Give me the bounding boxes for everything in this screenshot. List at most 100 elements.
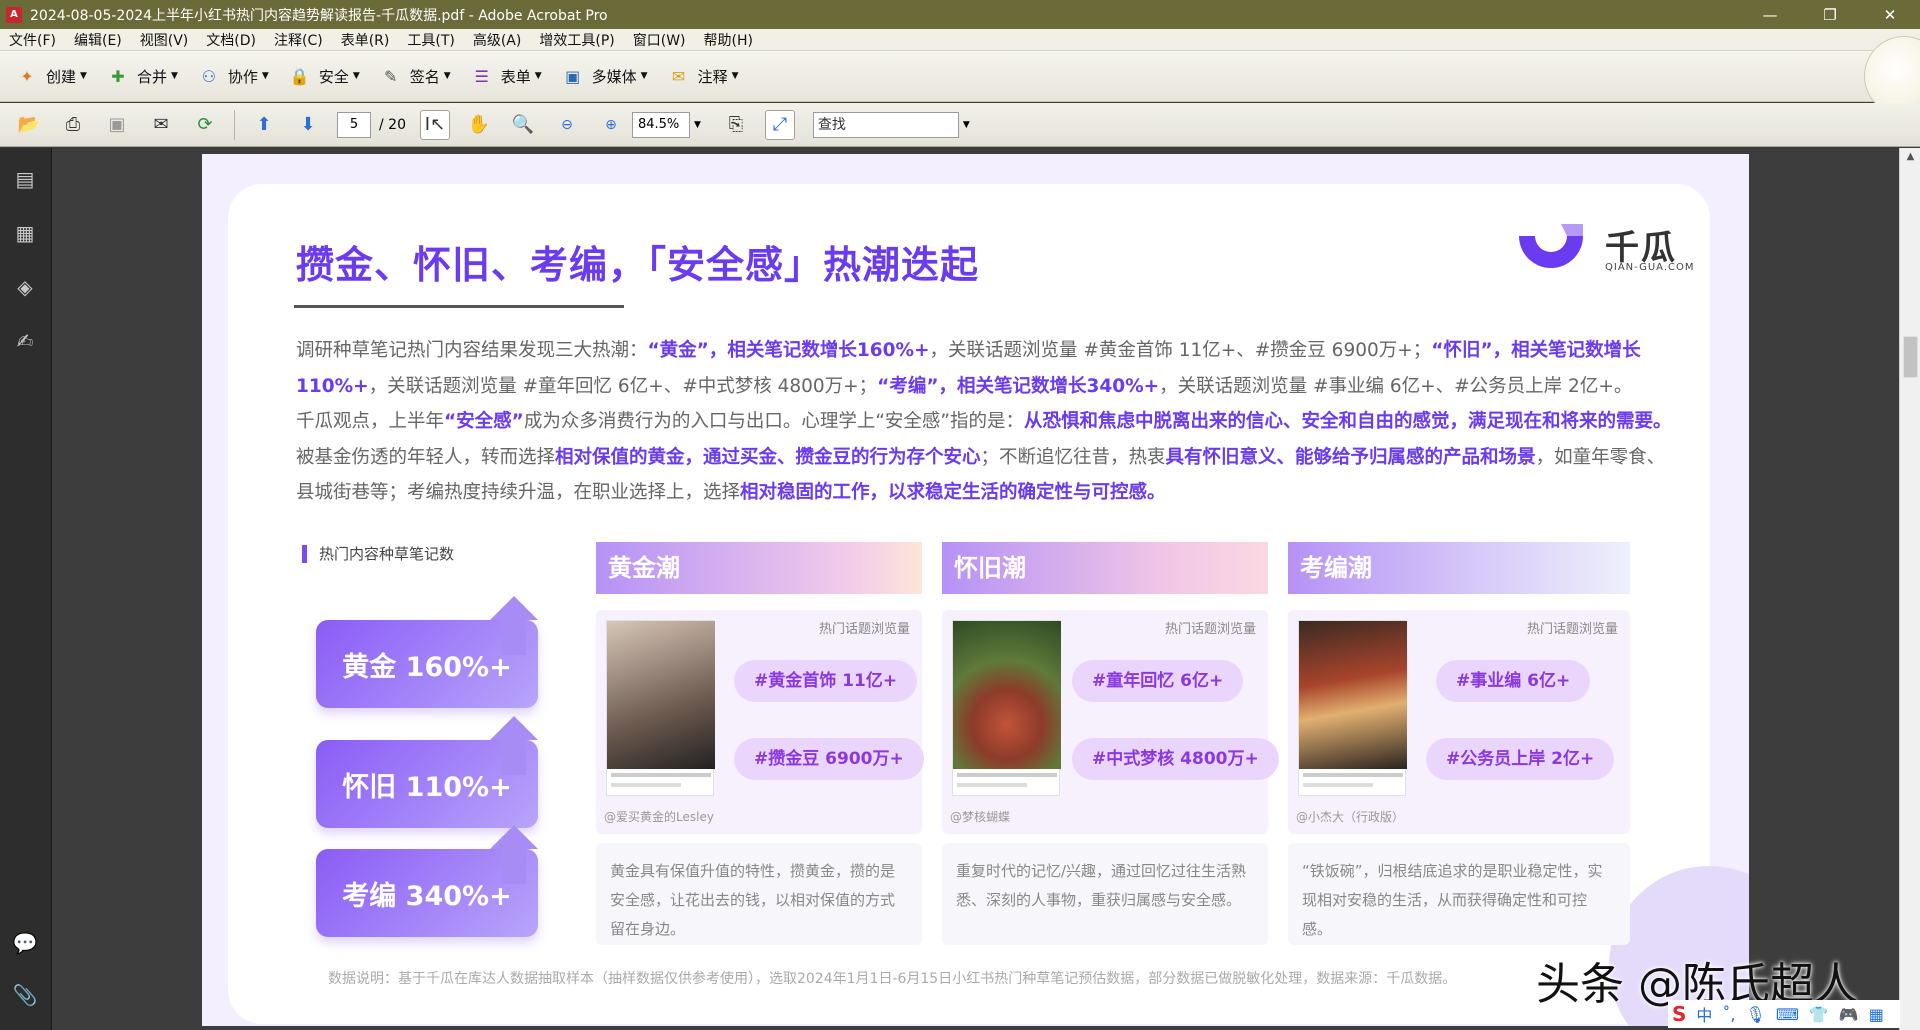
hand-tool-icon[interactable]: ✋ xyxy=(464,110,494,140)
skin-icon[interactable]: 👕 xyxy=(1809,1005,1829,1024)
highlight-text: 相对保值的黄金，通过买金、攒金豆的行为存个安心 xyxy=(555,446,981,468)
find-input[interactable]: 查找 xyxy=(812,111,959,138)
paperclip-icon[interactable]: 📎 xyxy=(10,980,40,1010)
microphone-icon[interactable]: 🎙 xyxy=(1746,1005,1766,1024)
save-icon[interactable]: ▣ xyxy=(102,110,132,140)
toolbar-separator xyxy=(234,109,235,140)
up-arrow-head xyxy=(490,825,538,849)
topic-pill: #公务员上岸 2亿+ xyxy=(1426,738,1615,780)
open-folder-icon[interactable]: 📂 xyxy=(14,110,44,140)
zoom-out-icon[interactable]: ⊖ xyxy=(552,110,582,140)
toolbar-button-comment[interactable]: ✉ 注释 ▼ xyxy=(666,63,739,89)
menu-plugins[interactable]: 增效工具(P) xyxy=(530,30,623,50)
body-text: ；不断追忆往昔，热衷 xyxy=(980,446,1166,468)
previous-page-icon[interactable]: ⬆ xyxy=(249,110,279,140)
stat-nostalgia-label: 怀旧 110%+ xyxy=(342,771,512,803)
fit-page-icon[interactable]: ⎘ xyxy=(721,110,751,140)
note-caption-line xyxy=(957,783,1027,787)
multimedia-icon: ▣ xyxy=(565,66,581,86)
menu-forms[interactable]: 表单(R) xyxy=(332,30,399,50)
fit-width-icon[interactable]: ⤢ xyxy=(764,109,795,140)
zoom-level-field[interactable]: 84.5% xyxy=(631,111,690,138)
toolbar-button-collaborate[interactable]: ⚇ 协作 ▼ xyxy=(196,63,269,89)
menu-help[interactable]: 帮助(H) xyxy=(695,30,762,50)
punctuation-icon[interactable]: ˚, xyxy=(1722,1005,1735,1024)
topic-pill: #事业编 6亿+ xyxy=(1436,660,1591,702)
highlight-text: 相对稳固的工作，以求稳定生活的确定性与可控感。 xyxy=(740,482,1166,503)
body-text: 被基金伤透的年轻人，转而选择 xyxy=(296,446,556,468)
collaborate-icon: ⚇ xyxy=(201,66,217,86)
toolbar-button-merge[interactable]: ✚ 合并 ▼ xyxy=(105,63,178,89)
stat-exam: 考编 340%+ xyxy=(316,825,538,937)
highlight-text: 从恐惧和焦虑中脱离出来的信心、安全和自由的感觉，满足现在和将来的需要。 xyxy=(1024,411,1672,432)
toolbar-button-lock[interactable]: 🔒 安全 ▼ xyxy=(287,63,360,89)
page-number-input[interactable]: 5 xyxy=(337,111,371,138)
toolbar-button-label: 协作 xyxy=(227,67,258,86)
scroll-up-icon[interactable]: ▲ xyxy=(1900,148,1920,166)
menu-tools[interactable]: 工具(T) xyxy=(398,30,463,50)
keyboard-icon[interactable]: ⌨ xyxy=(1776,1005,1799,1024)
note-caption-line xyxy=(1303,773,1403,777)
signatures-panel-icon[interactable]: ✍ xyxy=(10,326,40,356)
chevron-down-icon: ▼ xyxy=(731,71,739,81)
find-dropdown-chevron-icon[interactable]: ▼ xyxy=(963,120,970,130)
marquee-zoom-icon[interactable]: 🔍 xyxy=(508,110,538,140)
layers-panel-icon[interactable]: ◈ xyxy=(10,272,40,302)
toolbar-button-label: 安全 xyxy=(318,67,349,86)
restore-button[interactable]: ❐ xyxy=(1800,0,1860,29)
note-caption-line xyxy=(611,773,711,777)
email-icon[interactable]: ✉ xyxy=(146,110,176,140)
menu-document[interactable]: 文档(D) xyxy=(197,30,265,50)
print-icon[interactable]: ⎙ xyxy=(58,110,88,140)
zoom-in-icon[interactable]: ⊕ xyxy=(596,110,626,140)
qiangua-logo-mark-icon xyxy=(1519,224,1583,268)
menu-comments[interactable]: 注释(C) xyxy=(265,30,332,50)
body-text: 成为众多消费行为的入口与出口。心理学上“安全感”指的是： xyxy=(523,411,1025,432)
ime-language[interactable]: 中 xyxy=(1696,1002,1712,1026)
topic-pill: #童年回忆 6亿+ xyxy=(1072,660,1244,702)
lock-icon: 🔒 xyxy=(289,66,310,86)
toolbar-button-label: 表单 xyxy=(500,67,531,86)
chevron-down-icon: ▼ xyxy=(261,71,269,81)
navigation-pane: ▤ ▦ ◈ ✍ 💬 📎 xyxy=(0,148,52,1030)
attachments-panel-icon[interactable]: ▦ xyxy=(10,218,40,248)
note-thumbnail xyxy=(1298,620,1407,796)
toolbar-button-label: 创建 xyxy=(46,67,77,86)
toolbar-button-create[interactable]: ✦ 创建 ▼ xyxy=(14,63,87,89)
game-icon[interactable]: 🎮 xyxy=(1839,1005,1859,1024)
comments-panel-icon[interactable]: 💬 xyxy=(10,928,40,958)
menu-edit[interactable]: 编辑(E) xyxy=(65,30,131,50)
next-page-icon[interactable]: ⬇ xyxy=(293,110,323,140)
column-card-gold: 热门话题浏览量 #黄金首饰 11亿+ #攒金豆 6900万+ @爱买黄金的Les… xyxy=(596,610,924,834)
pages-panel-icon[interactable]: ▤ xyxy=(10,164,40,194)
note-caption-line xyxy=(957,773,1057,777)
column-card-nostalgia: 热门话题浏览量 #童年回忆 6亿+ #中式梦核 4800万+ @梦核蝴蝶 xyxy=(942,610,1279,834)
vertical-scrollbar[interactable]: ▲ xyxy=(1899,148,1920,1030)
toolbar-button-form[interactable]: ☰ 表单 ▼ xyxy=(469,63,542,89)
close-button[interactable]: ✕ xyxy=(1860,0,1920,29)
menu-window[interactable]: 窗口(W) xyxy=(624,30,695,50)
up-arrow-icon xyxy=(502,848,526,884)
toolbar-button-multimedia[interactable]: ▣ 多媒体 ▼ xyxy=(560,63,648,89)
zoom-dropdown-chevron-icon[interactable]: ▼ xyxy=(694,120,701,130)
stat-exam-label: 考编 340%+ xyxy=(342,880,512,912)
note-caption-line xyxy=(1303,783,1373,787)
note-thumbnail xyxy=(952,620,1061,796)
card-label: 热门话题浏览量 xyxy=(1164,622,1256,637)
share-icon[interactable]: ⟳ xyxy=(190,110,220,140)
select-text-icon[interactable]: I↖ xyxy=(419,109,450,140)
menu-view[interactable]: 视图(V) xyxy=(131,30,198,50)
menu-file[interactable]: 文件(F) xyxy=(0,30,65,50)
minimize-button[interactable]: — xyxy=(1740,0,1800,29)
menu-advanced[interactable]: 高级(A) xyxy=(464,30,531,50)
logo-text-en: QIAN-GUA.COM xyxy=(1605,262,1695,273)
note-image xyxy=(1299,621,1407,769)
topic-pill: #中式梦核 4800万+ xyxy=(1072,738,1279,780)
scrollbar-thumb[interactable] xyxy=(1903,336,1918,378)
toolbar-button-pen[interactable]: ✎ 签名 ▼ xyxy=(378,63,451,89)
form-icon: ☰ xyxy=(474,66,489,86)
ime-toolbar[interactable]: S 中 ˚, 🎙 ⌨ 👕 🎮 ▦ xyxy=(1668,1000,1900,1028)
chevron-down-icon: ▼ xyxy=(443,71,451,81)
toolbar-button-label: 注释 xyxy=(697,67,728,86)
grid-icon[interactable]: ▦ xyxy=(1869,1005,1884,1024)
